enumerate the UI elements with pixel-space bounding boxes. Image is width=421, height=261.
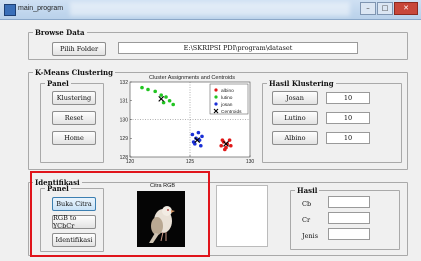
y-tick-label: 132 <box>120 80 129 86</box>
pilih-folder-button[interactable]: Pilih Folder <box>52 42 106 56</box>
data-point-lutino <box>167 98 172 103</box>
jenis-label: Jenis <box>302 232 319 240</box>
data-point-josan <box>200 134 204 139</box>
legend-marker <box>214 102 218 106</box>
data-point-lutino <box>164 95 168 99</box>
y-tick-label: 130 <box>120 117 129 123</box>
josan-count-field[interactable]: 10 <box>326 92 370 104</box>
data-point-lutino <box>146 87 150 92</box>
data-point-josan <box>199 143 203 148</box>
matlab-app-icon <box>4 4 16 16</box>
ycbcr-image-axes <box>216 185 268 247</box>
window-title: main_program <box>18 5 64 12</box>
data-point-josan <box>190 132 195 137</box>
home-button[interactable]: Home <box>52 131 96 145</box>
window-titlebar: main_program – □ ✕ <box>0 0 421 20</box>
lutino-button[interactable]: Lutino <box>272 111 318 125</box>
bird-image <box>137 191 185 247</box>
jenis-field[interactable] <box>328 228 370 240</box>
y-tick-label: 131 <box>120 99 129 105</box>
maximize-button[interactable]: □ <box>377 2 393 15</box>
browse-data-legend: Browse Data <box>35 28 85 37</box>
legend-label: albino <box>221 88 234 94</box>
close-button[interactable]: ✕ <box>394 2 418 15</box>
minimize-button[interactable]: – <box>360 2 376 15</box>
x-tick-label: 130 <box>246 159 255 165</box>
kmeans-panel-legend: Panel <box>47 79 69 88</box>
buka-citra-button[interactable]: Buka Citra <box>52 197 96 211</box>
lutino-count-field[interactable]: 10 <box>326 112 370 124</box>
y-tick-label: 129 <box>120 136 129 142</box>
hasil-legend: Hasil <box>297 186 318 195</box>
albino-button[interactable]: Albino <box>272 131 318 145</box>
x-tick-label: 125 <box>186 159 195 165</box>
legend-marker <box>214 95 218 99</box>
legend-label: lutino <box>221 95 233 101</box>
chart-title: Cluster Assignments and Centroids <box>149 75 235 81</box>
klustering-button[interactable]: Klustering <box>52 91 96 105</box>
cr-label: Cr <box>302 216 311 224</box>
cr-field[interactable] <box>328 212 370 224</box>
cb-field[interactable] <box>328 196 370 208</box>
legend-label: Centroids <box>221 109 242 115</box>
legend-label: josan <box>220 102 233 108</box>
titlebar-blur <box>70 2 350 16</box>
reset-button[interactable]: Reset <box>52 111 96 125</box>
cluster-chart: Cluster Assignments and Centroids 120 125… <box>120 75 255 165</box>
rgb-to-ycbcr-button[interactable]: RGB to YCbCr <box>52 214 96 230</box>
data-point-albino <box>223 147 227 152</box>
kmeans-legend: K-Means Clustering <box>35 68 113 77</box>
citra-rgb-title: Citra RGB <box>150 183 176 189</box>
data-point-lutino <box>140 85 144 90</box>
albino-count-field[interactable]: 10 <box>326 132 370 144</box>
data-point-josan <box>196 130 201 135</box>
data-point-albino <box>219 143 223 148</box>
josan-button[interactable]: Josan <box>272 91 318 105</box>
identifikasi-button[interactable]: Identifikasi <box>52 233 96 247</box>
data-point-lutino <box>153 89 157 94</box>
identifikasi-panel-legend: Panel <box>47 184 69 193</box>
data-point-lutino <box>159 93 163 97</box>
data-point-lutino <box>171 102 175 107</box>
folder-path-field[interactable]: E:\SKRIPSI PDI\program\dataset <box>118 42 358 54</box>
y-tick-label: 128 <box>120 155 129 161</box>
cb-label: Cb <box>302 200 312 208</box>
legend-marker <box>214 88 218 92</box>
hasil-klustering-legend: Hasil Klustering <box>269 79 334 88</box>
data-point-albino <box>229 143 233 148</box>
